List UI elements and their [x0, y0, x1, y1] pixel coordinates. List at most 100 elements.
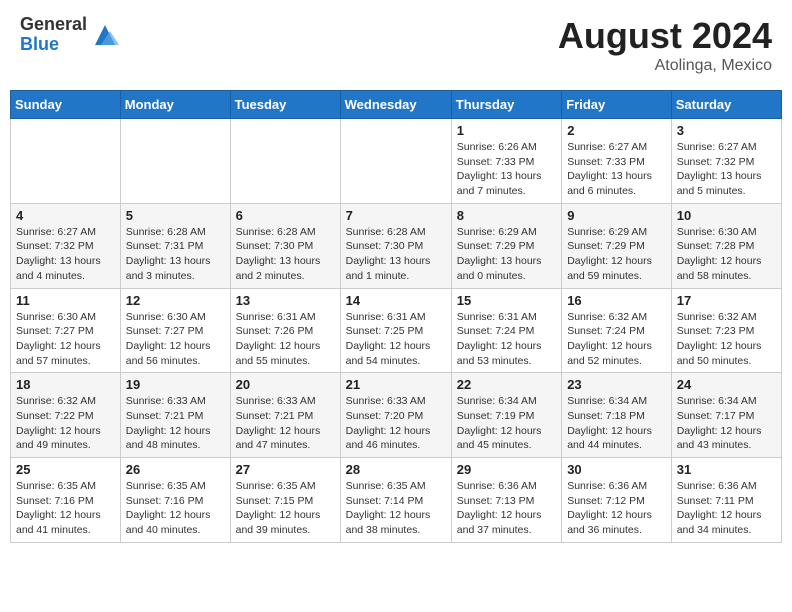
- day-info: Sunrise: 6:31 AM Sunset: 7:25 PM Dayligh…: [346, 310, 446, 369]
- day-number: 2: [567, 123, 666, 138]
- calendar-cell: 5 Sunrise: 6:28 AM Sunset: 7:31 PM Daylig…: [120, 203, 230, 288]
- calendar-cell: 3Sunrise: 6:27 AM Sunset: 7:32 PM Daylig…: [671, 119, 781, 204]
- day-number: 16: [567, 293, 666, 308]
- logo-icon: [91, 21, 119, 49]
- day-number: 10: [677, 208, 776, 223]
- day-info: Sunrise: 6:32 AM Sunset: 7:23 PM Dayligh…: [677, 310, 776, 369]
- day-number: 21: [346, 377, 446, 392]
- day-number: 9: [567, 208, 666, 223]
- calendar-cell: 26Sunrise: 6:35 AM Sunset: 7:16 PM Dayli…: [120, 458, 230, 543]
- day-number: 1: [457, 123, 556, 138]
- calendar-week-1: 1 Sunrise: 6:26 AM Sunset: 7:33 PM Daylig…: [11, 119, 782, 204]
- day-info: Sunrise: 6:35 AM Sunset: 7:16 PM Dayligh…: [126, 479, 225, 538]
- page-header: General Blue August 2024 Atolinga, Mexic…: [10, 10, 782, 80]
- day-info: Sunrise: 6:27 AM Sunset: 7:33 PM Dayligh…: [567, 140, 666, 199]
- day-info: Sunrise: 6:33 AM Sunset: 7:21 PM Dayligh…: [236, 394, 335, 453]
- calendar-cell: 6 Sunrise: 6:28 AM Sunset: 7:30 PM Daylig…: [230, 203, 340, 288]
- day-number: 31: [677, 462, 776, 477]
- day-number: 25: [16, 462, 115, 477]
- day-info: Sunrise: 6:29 AM Sunset: 7:29 PM Dayligh…: [567, 225, 666, 284]
- day-info: Sunrise: 6:34 AM Sunset: 7:17 PM Dayligh…: [677, 394, 776, 453]
- weekday-header-tuesday: Tuesday: [230, 91, 340, 119]
- calendar-cell: [11, 119, 121, 204]
- calendar-cell: 9 Sunrise: 6:29 AM Sunset: 7:29 PM Daylig…: [562, 203, 672, 288]
- day-info: Sunrise: 6:33 AM Sunset: 7:20 PM Dayligh…: [346, 394, 446, 453]
- day-number: 20: [236, 377, 335, 392]
- day-number: 29: [457, 462, 556, 477]
- calendar-cell: 27 Sunrise: 6:35 AM Sunset: 7:15 PM Dayli…: [230, 458, 340, 543]
- calendar-cell: 31 Sunrise: 6:36 AM Sunset: 7:11 PM Dayli…: [671, 458, 781, 543]
- day-info: Sunrise: 6:34 AM Sunset: 7:18 PM Dayligh…: [567, 394, 666, 453]
- weekday-header-sunday: Sunday: [11, 91, 121, 119]
- calendar-cell: 2 Sunrise: 6:27 AM Sunset: 7:33 PM Daylig…: [562, 119, 672, 204]
- logo: General Blue: [20, 15, 119, 55]
- day-info: Sunrise: 6:28 AM Sunset: 7:31 PM Dayligh…: [126, 225, 225, 284]
- day-number: 12: [126, 293, 225, 308]
- day-number: 7: [346, 208, 446, 223]
- calendar-cell: 15 Sunrise: 6:31 AM Sunset: 7:24 PM Dayli…: [451, 288, 561, 373]
- title-block: August 2024 Atolinga, Mexico: [558, 15, 772, 75]
- day-info: Sunrise: 6:31 AM Sunset: 7:26 PM Dayligh…: [236, 310, 335, 369]
- day-number: 5: [126, 208, 225, 223]
- day-number: 23: [567, 377, 666, 392]
- calendar-cell: 20 Sunrise: 6:33 AM Sunset: 7:21 PM Dayli…: [230, 373, 340, 458]
- day-info: Sunrise: 6:28 AM Sunset: 7:30 PM Dayligh…: [236, 225, 335, 284]
- calendar-cell: [340, 119, 451, 204]
- calendar-cell: 4Sunrise: 6:27 AM Sunset: 7:32 PM Daylig…: [11, 203, 121, 288]
- weekday-header-wednesday: Wednesday: [340, 91, 451, 119]
- calendar-cell: [120, 119, 230, 204]
- day-number: 8: [457, 208, 556, 223]
- day-number: 3: [677, 123, 776, 138]
- day-info: Sunrise: 6:30 AM Sunset: 7:27 PM Dayligh…: [126, 310, 225, 369]
- month-year-title: August 2024: [558, 15, 772, 57]
- day-info: Sunrise: 6:29 AM Sunset: 7:29 PM Dayligh…: [457, 225, 556, 284]
- logo-blue-text: Blue: [20, 35, 87, 55]
- day-number: 14: [346, 293, 446, 308]
- day-info: Sunrise: 6:31 AM Sunset: 7:24 PM Dayligh…: [457, 310, 556, 369]
- day-info: Sunrise: 6:36 AM Sunset: 7:13 PM Dayligh…: [457, 479, 556, 538]
- day-number: 6: [236, 208, 335, 223]
- day-number: 15: [457, 293, 556, 308]
- day-number: 30: [567, 462, 666, 477]
- calendar-cell: 8 Sunrise: 6:29 AM Sunset: 7:29 PM Daylig…: [451, 203, 561, 288]
- calendar-cell: [230, 119, 340, 204]
- day-number: 22: [457, 377, 556, 392]
- day-info: Sunrise: 6:32 AM Sunset: 7:24 PM Dayligh…: [567, 310, 666, 369]
- weekday-header-thursday: Thursday: [451, 91, 561, 119]
- day-info: Sunrise: 6:35 AM Sunset: 7:16 PM Dayligh…: [16, 479, 115, 538]
- day-info: Sunrise: 6:32 AM Sunset: 7:22 PM Dayligh…: [16, 394, 115, 453]
- day-info: Sunrise: 6:26 AM Sunset: 7:33 PM Dayligh…: [457, 140, 556, 199]
- calendar-cell: 22Sunrise: 6:34 AM Sunset: 7:19 PM Dayli…: [451, 373, 561, 458]
- calendar-cell: 28Sunrise: 6:35 AM Sunset: 7:14 PM Dayli…: [340, 458, 451, 543]
- day-info: Sunrise: 6:36 AM Sunset: 7:11 PM Dayligh…: [677, 479, 776, 538]
- calendar-cell: 11Sunrise: 6:30 AM Sunset: 7:27 PM Dayli…: [11, 288, 121, 373]
- calendar-cell: 29 Sunrise: 6:36 AM Sunset: 7:13 PM Dayli…: [451, 458, 561, 543]
- calendar-cell: 18 Sunrise: 6:32 AM Sunset: 7:22 PM Dayli…: [11, 373, 121, 458]
- calendar-cell: 7 Sunrise: 6:28 AM Sunset: 7:30 PM Daylig…: [340, 203, 451, 288]
- calendar-header-row: SundayMondayTuesdayWednesdayThursdayFrid…: [11, 91, 782, 119]
- day-info: Sunrise: 6:35 AM Sunset: 7:15 PM Dayligh…: [236, 479, 335, 538]
- logo-general-text: General: [20, 15, 87, 35]
- calendar-week-5: 25 Sunrise: 6:35 AM Sunset: 7:16 PM Dayli…: [11, 458, 782, 543]
- day-number: 13: [236, 293, 335, 308]
- calendar-cell: 1 Sunrise: 6:26 AM Sunset: 7:33 PM Daylig…: [451, 119, 561, 204]
- weekday-header-monday: Monday: [120, 91, 230, 119]
- day-number: 19: [126, 377, 225, 392]
- day-info: Sunrise: 6:36 AM Sunset: 7:12 PM Dayligh…: [567, 479, 666, 538]
- calendar-week-3: 11 Sunrise: 6:30 AM Sunset: 7:27 PM Dayli…: [11, 288, 782, 373]
- calendar-cell: 17Sunrise: 6:32 AM Sunset: 7:23 PM Dayli…: [671, 288, 781, 373]
- weekday-header-saturday: Saturday: [671, 91, 781, 119]
- day-info: Sunrise: 6:30 AM Sunset: 7:28 PM Dayligh…: [677, 225, 776, 284]
- day-info: Sunrise: 6:35 AM Sunset: 7:14 PM Dayligh…: [346, 479, 446, 538]
- calendar-cell: 10 Sunrise: 6:30 AM Sunset: 7:28 PM Dayli…: [671, 203, 781, 288]
- calendar-week-4: 18 Sunrise: 6:32 AM Sunset: 7:22 PM Dayli…: [11, 373, 782, 458]
- location-subtitle: Atolinga, Mexico: [558, 57, 772, 75]
- day-number: 18: [16, 377, 115, 392]
- day-info: Sunrise: 6:28 AM Sunset: 7:30 PM Dayligh…: [346, 225, 446, 284]
- calendar-cell: 23 Sunrise: 6:34 AM Sunset: 7:18 PM Dayli…: [562, 373, 672, 458]
- day-number: 27: [236, 462, 335, 477]
- day-number: 11: [16, 293, 115, 308]
- calendar-cell: 24Sunrise: 6:34 AM Sunset: 7:17 PM Dayli…: [671, 373, 781, 458]
- weekday-header-friday: Friday: [562, 91, 672, 119]
- calendar-cell: 30 Sunrise: 6:36 AM Sunset: 7:12 PM Dayli…: [562, 458, 672, 543]
